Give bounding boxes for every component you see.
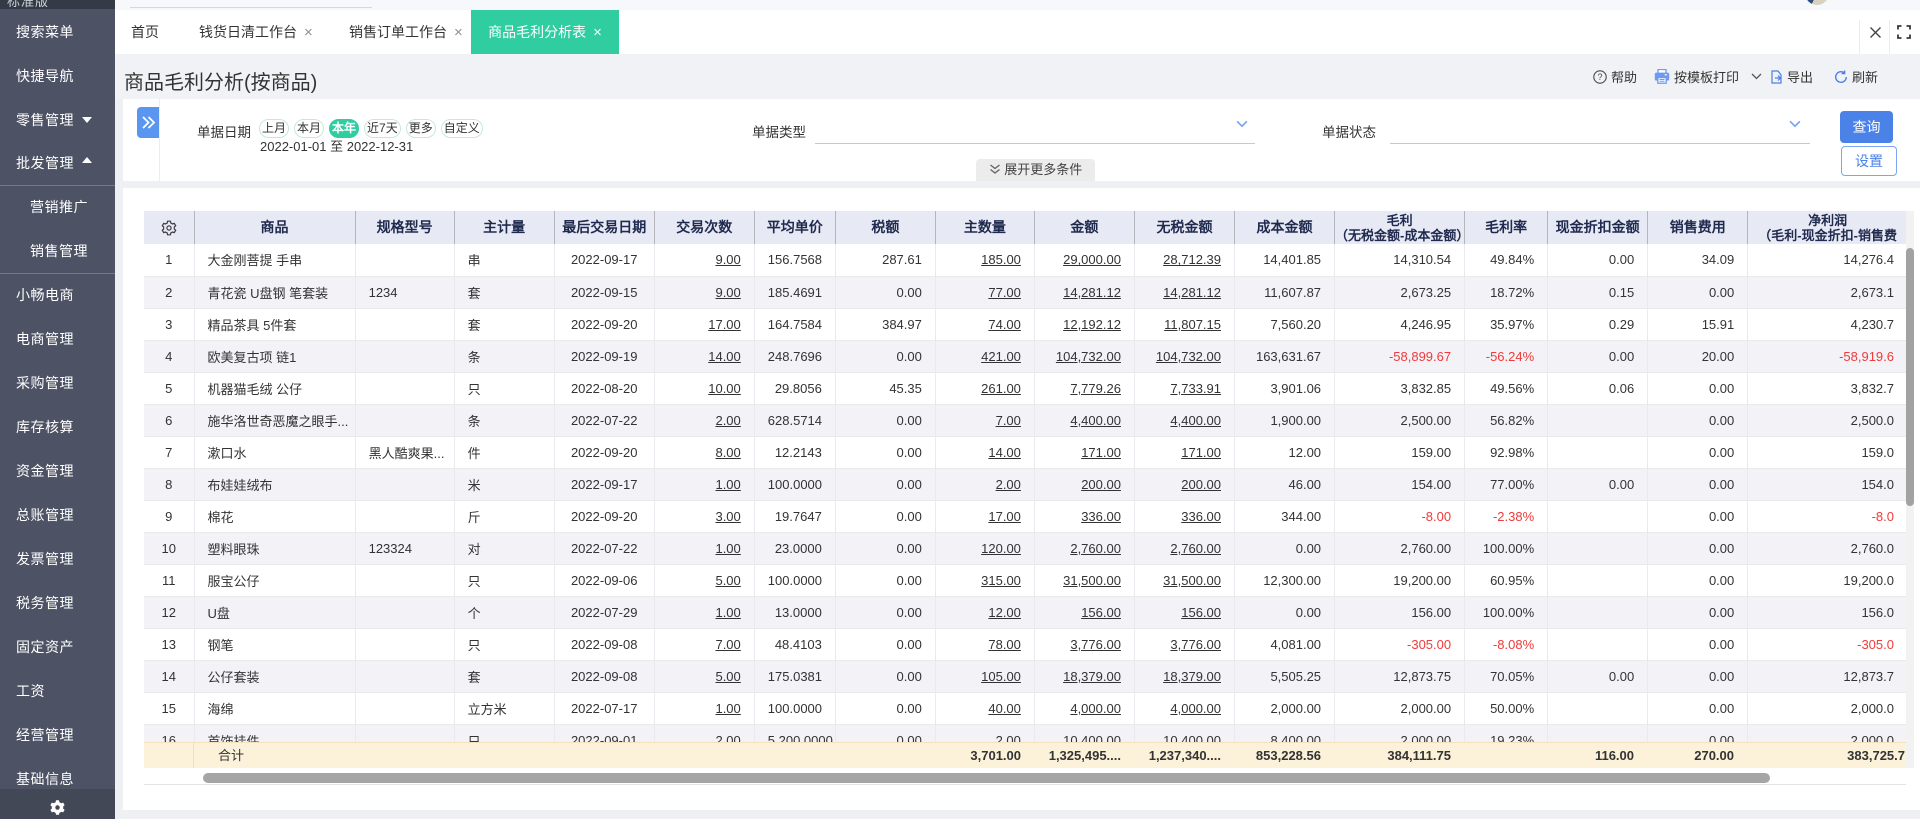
svg-text:?: ? bbox=[1597, 72, 1602, 82]
